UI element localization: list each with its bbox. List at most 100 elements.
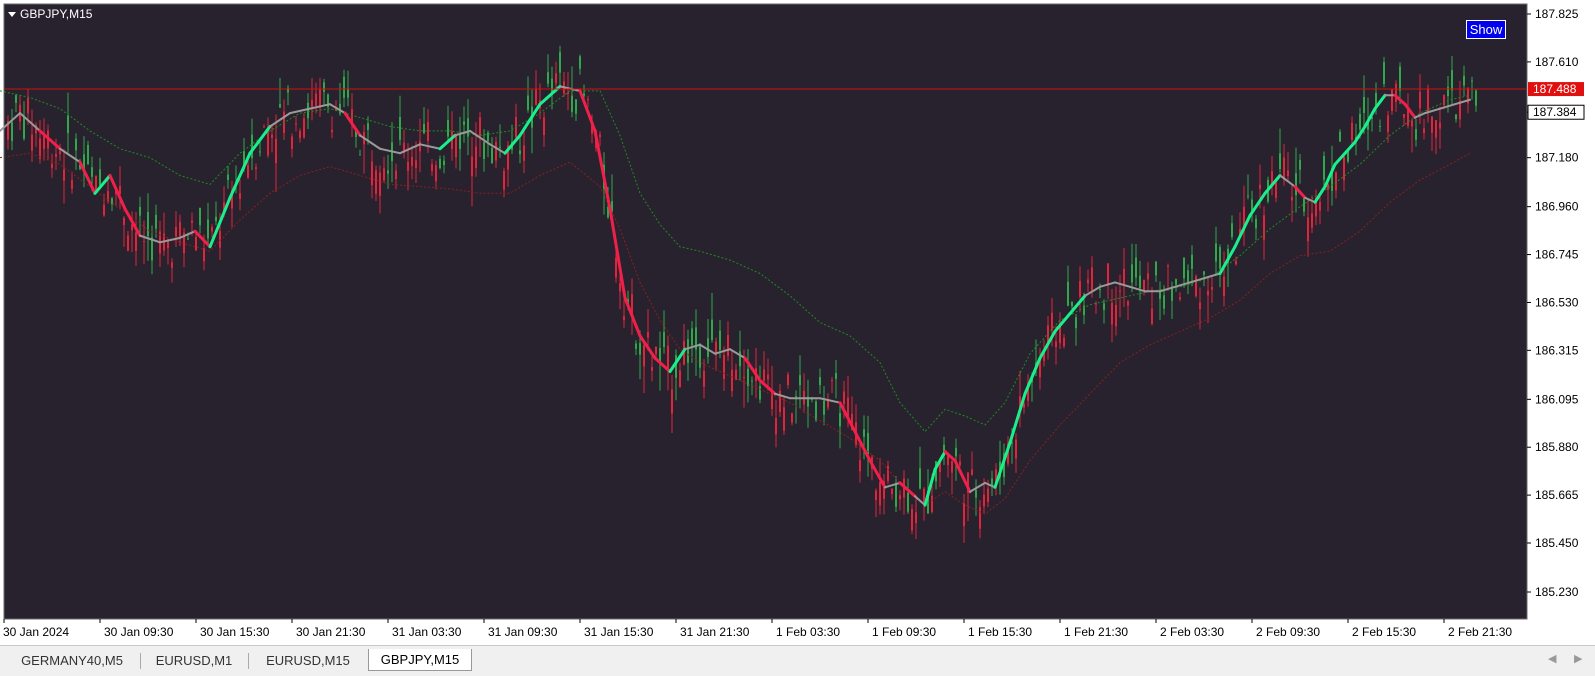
candle-body	[171, 262, 173, 268]
candle-body	[1083, 305, 1085, 316]
candle-body	[475, 146, 477, 169]
candle-body	[143, 241, 145, 243]
candle-body	[251, 134, 253, 159]
candle-body	[1399, 66, 1401, 91]
candle-body	[879, 482, 881, 506]
candle-body	[419, 141, 421, 152]
candle-body	[1179, 297, 1181, 300]
candle-body	[31, 134, 33, 151]
candle-body	[863, 429, 865, 437]
price-chart[interactable]: 187.825 187.610 187.180 186.960 186.745 186.5…	[0, 0, 1595, 645]
candle-body	[27, 97, 29, 114]
candle-body	[39, 138, 41, 159]
plot-background	[3, 3, 1528, 620]
candle-body	[99, 169, 101, 186]
candle-body	[295, 123, 297, 125]
candle-body	[443, 160, 445, 166]
tab-germany40-m5[interactable]: GERMANY40,M5	[8, 649, 136, 671]
candle-body	[783, 407, 785, 431]
candle-body	[1311, 213, 1313, 228]
candle-body	[139, 206, 141, 216]
candle-body	[1111, 302, 1113, 325]
y-tick-label: 187.825	[1535, 7, 1579, 21]
candle-body	[415, 160, 417, 168]
candle-body	[1087, 279, 1089, 284]
dropdown-triangle-icon[interactable]	[8, 11, 16, 17]
current-price-label: 187.384	[1533, 105, 1577, 119]
candle-body	[1139, 275, 1141, 289]
candle-body	[1135, 257, 1137, 278]
chart-symbol-label[interactable]: GBPJPY,M15	[8, 7, 92, 21]
candle-body	[307, 102, 309, 119]
candle-body	[891, 488, 893, 495]
candle-body	[1163, 295, 1165, 309]
candle-body	[399, 116, 401, 140]
candle-body	[1435, 120, 1437, 138]
candle-body	[787, 374, 789, 385]
chart-area[interactable]: 187.825 187.610 187.180 186.960 186.745 186.5…	[0, 0, 1595, 645]
candle-body	[407, 161, 409, 172]
tab-gbpjpy-m15[interactable]: GBPJPY,M15	[368, 649, 472, 671]
candle-body	[215, 216, 217, 222]
candle-body	[495, 141, 497, 161]
x-tick-label: 31 Jan 09:30	[488, 625, 558, 639]
candle-body	[375, 170, 377, 194]
candle-body	[639, 343, 641, 355]
candle-body	[979, 507, 981, 529]
y-tick-label: 186.530	[1535, 295, 1579, 309]
candle-body	[835, 373, 837, 379]
candle-body	[491, 147, 493, 164]
candle-body	[279, 104, 281, 108]
candle-body	[1335, 172, 1337, 191]
candle-body	[1191, 254, 1193, 269]
candle-body	[191, 220, 193, 223]
candle-body	[643, 345, 645, 367]
candle-body	[827, 401, 829, 408]
candle-body	[587, 99, 589, 101]
x-tick-label: 30 Jan 15:30	[200, 625, 270, 639]
candle-body	[843, 391, 845, 404]
candle-body	[1147, 273, 1149, 280]
candle-body	[483, 142, 485, 159]
candle-body	[719, 330, 721, 350]
candle-body	[387, 170, 389, 174]
candle-body	[423, 123, 425, 134]
candle-body	[1295, 173, 1297, 196]
candle-body	[1403, 114, 1405, 118]
candle-body	[763, 369, 765, 381]
scroll-left-icon[interactable]: ◀	[1548, 652, 1556, 665]
x-tick-label: 30 Jan 21:30	[296, 625, 366, 639]
candle-body	[575, 99, 577, 114]
candle-body	[915, 512, 917, 524]
candle-body	[1159, 292, 1161, 299]
candle-body	[747, 368, 749, 387]
candle-body	[199, 207, 201, 226]
show-button[interactable]: Show	[1466, 20, 1506, 39]
scroll-right-icon[interactable]: ▶	[1574, 652, 1582, 665]
candle-body	[319, 88, 321, 108]
candle-body	[559, 51, 561, 73]
candle-body	[103, 204, 105, 216]
candle-body	[1299, 159, 1301, 170]
candle-body	[267, 131, 269, 156]
tab-separator	[248, 653, 249, 669]
tab-eurusd-m15[interactable]: EURUSD,M15	[252, 649, 364, 671]
candle-body	[299, 131, 301, 139]
candle-body	[1223, 276, 1225, 296]
candle-body	[1423, 128, 1425, 134]
candle-body	[635, 343, 637, 349]
candle-body	[899, 495, 901, 500]
y-tick-label: 185.665	[1535, 488, 1579, 502]
candle-body	[655, 346, 657, 355]
candle-body	[55, 153, 57, 157]
candle-body	[1291, 196, 1293, 201]
candle-body	[347, 88, 349, 98]
candle-body	[135, 232, 137, 251]
candle-body	[1051, 312, 1053, 330]
candle-body	[1339, 131, 1341, 142]
tab-eurusd-m1[interactable]: EURUSD,M1	[144, 649, 244, 671]
candle-body	[1319, 201, 1321, 211]
candle-body	[1471, 80, 1473, 82]
candle-body	[795, 396, 797, 398]
candle-body	[519, 150, 521, 155]
